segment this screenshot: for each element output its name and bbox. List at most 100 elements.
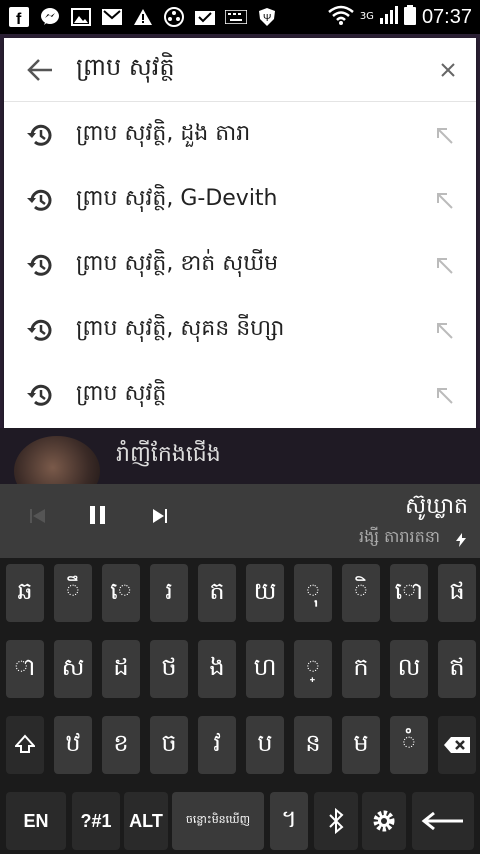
key[interactable]: ក	[342, 640, 380, 698]
key[interactable]: ម	[342, 716, 380, 774]
history-icon	[27, 384, 52, 406]
signal-icon	[379, 6, 398, 28]
arrow-back-icon	[27, 58, 52, 81]
keyboard: ឆ ឹ េ រ ត យ ុ ិ ោ ផ ា ស ដ ថ ង ហ ្ ក ល ឥ …	[0, 558, 480, 854]
now-playing-title: រាំញីកែងជើង	[116, 442, 221, 467]
key[interactable]: យ	[246, 564, 284, 622]
key[interactable]: វ	[198, 716, 236, 774]
arrow-up-left-icon	[437, 322, 453, 339]
key[interactable]: ឋ	[54, 716, 92, 774]
svg-text:Ψ: Ψ	[263, 13, 271, 24]
suggestion-text: ព្រាប សុវត្ថិ, G-Devith	[76, 185, 278, 211]
key[interactable]: ន	[294, 716, 332, 774]
search-bar: ព្រាប សុវត្ថិ	[4, 38, 476, 102]
key[interactable]: ឹ	[54, 564, 92, 622]
key[interactable]: ។	[270, 792, 308, 850]
key[interactable]: ំ	[390, 716, 428, 774]
key[interactable]: ផ	[438, 564, 476, 622]
fill-query-button[interactable]	[412, 125, 476, 145]
bluetooth-key[interactable]	[314, 792, 358, 850]
key[interactable]: ល	[390, 640, 428, 698]
gmail-icon	[101, 7, 123, 27]
arrow-up-left-icon	[437, 192, 453, 209]
alt-key[interactable]: ALT	[124, 792, 168, 850]
charging-icon	[456, 532, 466, 551]
key[interactable]: ត	[198, 564, 236, 622]
key[interactable]: ដ	[102, 640, 140, 698]
history-icon	[27, 124, 52, 146]
clock: 07:37	[421, 5, 472, 28]
clear-button[interactable]	[420, 38, 476, 102]
key[interactable]: េ	[102, 564, 140, 622]
key[interactable]: ស	[54, 640, 92, 698]
search-input[interactable]: ព្រាប សុវត្ថិ	[76, 52, 420, 87]
shield-icon: Ψ	[256, 7, 278, 27]
key[interactable]: ្	[294, 640, 332, 698]
key[interactable]: ថ	[150, 640, 188, 698]
suggestion-text: ព្រាប សុវត្ថិ	[76, 380, 167, 406]
key[interactable]: ុ	[294, 564, 332, 622]
bluetooth-icon	[329, 808, 344, 834]
key[interactable]: ា	[6, 640, 44, 698]
arrow-up-left-icon	[437, 257, 453, 274]
previous-button[interactable]	[30, 508, 46, 529]
keyboard-icon	[225, 7, 247, 27]
history-icon	[27, 319, 52, 341]
key[interactable]: រ	[150, 564, 188, 622]
key[interactable]: ោ	[390, 564, 428, 622]
suggestion-item[interactable]: ព្រាប សុវត្ថិ, សុគន នីហ្សា	[4, 297, 476, 362]
next-button[interactable]	[152, 508, 168, 528]
shift-icon	[15, 734, 35, 753]
suggestion-item[interactable]: ព្រាប សុវត្ថិ, G-Devith	[4, 167, 476, 232]
warning-icon	[132, 7, 154, 27]
pause-button[interactable]	[88, 504, 108, 530]
suggestion-item[interactable]: ព្រាប សុវត្ថិ, ខាត់ សុឃីម	[4, 232, 476, 297]
backspace-icon	[444, 737, 470, 753]
key[interactable]: ង	[198, 640, 236, 698]
key[interactable]: ហ	[246, 640, 284, 698]
enter-key[interactable]	[412, 792, 474, 850]
fill-query-button[interactable]	[412, 385, 476, 405]
svg-text:f: f	[16, 11, 22, 27]
key[interactable]: ច	[150, 716, 188, 774]
suggestion-text: ព្រាប សុវត្ថិ, ខាត់ សុឃីម	[76, 250, 279, 276]
fill-query-button[interactable]	[412, 190, 476, 210]
facebook-icon: f	[8, 7, 30, 27]
space-key[interactable]: ចន្លោះមិនឃើញ	[172, 792, 264, 850]
key[interactable]: ិ	[342, 564, 380, 622]
backspace-key[interactable]	[438, 716, 476, 774]
back-button[interactable]	[4, 38, 76, 102]
key[interactable]: ឥ	[438, 640, 476, 698]
status-bar: f Ψ 3G 07:37	[0, 0, 480, 34]
image-icon	[70, 7, 92, 27]
artist-name: រង្សី តារារតនា	[359, 527, 440, 546]
shift-key[interactable]	[6, 716, 44, 774]
settings-key[interactable]	[362, 792, 406, 850]
gear-icon	[373, 810, 395, 832]
arrow-up-left-icon	[437, 127, 453, 144]
app-circle-icon	[163, 7, 185, 27]
fill-query-button[interactable]	[412, 320, 476, 340]
suggestion-item[interactable]: ព្រាប សុវត្ថិ, ដួង តារា	[4, 102, 476, 167]
suggestion-item[interactable]: ព្រាប សុវត្ថិ	[4, 362, 476, 427]
enter-arrow-icon	[421, 811, 463, 831]
wifi-icon	[328, 5, 354, 29]
key[interactable]: ប	[246, 716, 284, 774]
key-row-2: ា ស ដ ថ ង ហ ្ ក ល ឥ	[0, 640, 480, 700]
suggestion-text: ព្រាប សុវត្ថិ, ដួង តារា	[76, 120, 251, 146]
now-playing-item[interactable]: រាំញីកែងជើង	[0, 428, 480, 506]
key-row-1: ឆ ឹ េ រ ត យ ុ ិ ោ ផ	[0, 564, 480, 624]
language-key[interactable]: EN	[6, 792, 66, 850]
symbols-key[interactable]: ?#1	[72, 792, 120, 850]
fill-query-button[interactable]	[412, 255, 476, 275]
key[interactable]: ខ	[102, 716, 140, 774]
key[interactable]: ឆ	[6, 564, 44, 622]
network-label: 3G	[359, 11, 374, 22]
search-panel: ព្រាប សុវត្ថិ ព្រាប សុវត្ថិ, ដួង តារា ព្…	[4, 38, 476, 428]
skip-previous-icon	[30, 509, 45, 523]
key-row-4: EN ?#1 ALT ចន្លោះមិនឃើញ ។	[0, 792, 480, 852]
mail-check-icon	[194, 7, 216, 27]
key-row-3: ឋ ខ ច វ ប ន ម ំ	[0, 716, 480, 776]
messenger-icon	[39, 7, 61, 27]
suggestion-text: ព្រាប សុវត្ថិ, សុគន នីហ្សា	[76, 315, 285, 341]
